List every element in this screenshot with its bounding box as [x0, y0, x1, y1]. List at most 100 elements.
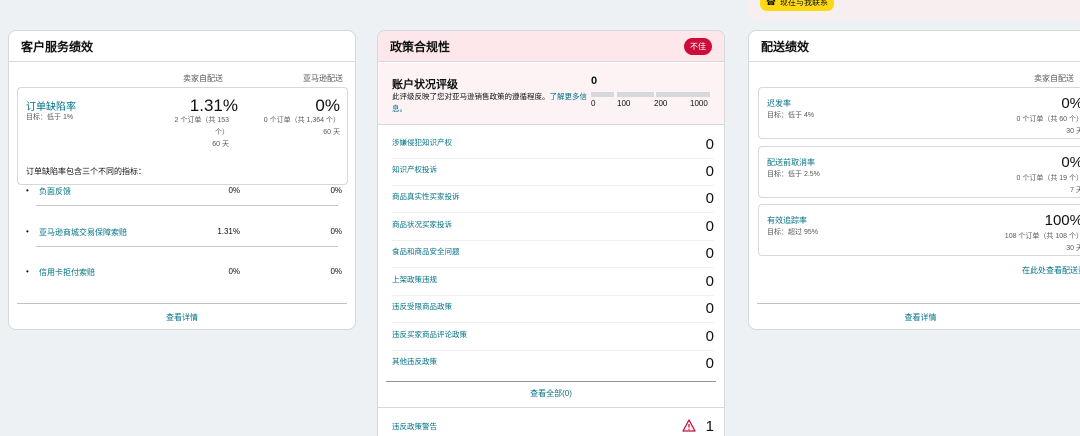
metric-period: 30 天 — [1066, 245, 1080, 252]
ahr-bar-segment — [591, 92, 614, 97]
metric-target: 目标：低于 4% — [767, 112, 815, 119]
policy-link[interactable]: 商品真实性买家投诉 — [392, 191, 460, 202]
metric-link[interactable]: 亚马逊商城交易保障索赔 — [39, 227, 127, 238]
divider — [36, 205, 338, 206]
policy-count: 0 — [705, 218, 714, 235]
metric-detail: 108 个订单（共 108 个） — [1004, 233, 1080, 240]
view-delivery-link[interactable]: 在此处查看配送资 — [1022, 265, 1080, 276]
metric-amazon-value: 0% — [330, 267, 342, 276]
metric-link[interactable]: 信用卡拒付索赔 — [39, 267, 95, 278]
policy-row: 上架政策违规 0 — [392, 269, 714, 296]
odr-amazon-detail-1: 0 个订单（共 1,364 个） — [263, 117, 340, 124]
delivery-performance-card: 配送绩效 卖家自配送 迟发率 目标：低于 4% 0% 0 个订单（共 60 个）… — [748, 30, 1080, 330]
ahr-tick: 0 — [591, 99, 596, 108]
metric-period: 7 天 — [1070, 187, 1080, 194]
metric-merchant-value: 0% — [228, 186, 240, 195]
metric-amazon-value: 0% — [330, 186, 342, 195]
policy-count: 0 — [705, 163, 714, 180]
valid-tracking-rate-box: 有效追踪率 目标：超过 95% 100% 108 个订单（共 108 个） 30… — [758, 204, 1080, 256]
metric-link[interactable]: 负面反馈 — [39, 186, 71, 197]
metric-value: 0% — [1061, 154, 1080, 171]
footer-divider — [17, 303, 347, 304]
metric-target: 目标：超过 95% — [767, 229, 818, 236]
policy-link[interactable]: 上架政策违规 — [392, 274, 437, 285]
card-title: 政策合规性 — [390, 39, 451, 54]
late-shipment-rate-box: 迟发率 目标：低于 4% 0% 0 个订单（共 60 个） 30 天 — [758, 87, 1080, 139]
policy-link[interactable]: 违反买家商品评论政策 — [392, 329, 467, 340]
view-all-link[interactable]: 查看全部(0) — [378, 388, 724, 399]
odr-intro: 订单缺陷率包含三个不同的指标： — [26, 167, 146, 176]
policy-link[interactable]: 食品和商品安全问题 — [392, 246, 460, 257]
customer-service-card: 客户服务绩效 卖家自配送 亚马逊配送 订单缺陷率 目标：低于 1% 1.31% … — [8, 30, 356, 330]
metric-row: • 负面反馈 0% 0% — [26, 186, 348, 226]
account-health-rating: 账户状况评级 此评级反映了您对亚马逊销售政策的遵循程度。了解更多信息。 0 0 … — [378, 63, 724, 125]
odr-amazon-detail-2: 60 天 — [323, 129, 340, 136]
ahr-description: 此评级反映了您对亚马逊销售政策的遵循程度。了解更多信息。 — [392, 91, 588, 115]
ahr-tick: 100 — [617, 99, 631, 108]
policy-row: 涉嫌侵犯知识产权 0 — [392, 132, 714, 159]
metric-merchant-value: 1.31% — [217, 227, 240, 236]
policy-row: 违反买家商品评论政策 0 — [392, 324, 714, 351]
metric-period: 30 天 — [1066, 128, 1080, 135]
metric-merchant-value: 0% — [228, 267, 240, 276]
col-header-merchant: 卖家自配送 — [183, 74, 223, 83]
bullet-icon: • — [26, 267, 29, 276]
odr-target: 目标：低于 1% — [26, 114, 74, 121]
policy-link[interactable]: 商品状况买家投诉 — [392, 219, 452, 230]
metric-link[interactable]: 有效追踪率 — [767, 215, 807, 226]
col-header-merchant: 卖家自配送 — [1034, 74, 1074, 83]
policy-link[interactable]: 涉嫌侵犯知识产权 — [392, 137, 452, 148]
warning-icon — [682, 419, 696, 432]
pre-fulfillment-cancel-rate-box: 配送前取消率 目标：低于 2.5% 0% 0 个订单（共 19 个） 7 天 — [758, 146, 1080, 198]
metric-row: • 亚马逊商城交易保障索赔 1.31% 0% — [26, 227, 348, 267]
view-details-link[interactable]: 查看详情 — [749, 312, 1080, 323]
ahr-tick: 200 — [654, 99, 668, 108]
policy-link[interactable]: 其他违反政策 — [392, 356, 437, 367]
metric-link[interactable]: 迟发率 — [767, 98, 791, 109]
policy-row: 商品真实性买家投诉 0 — [392, 186, 714, 213]
metric-detail: 0 个订单（共 60 个） — [1016, 116, 1080, 123]
ahr-bar-segment — [617, 92, 654, 97]
policy-warning-count: 1 — [705, 418, 714, 435]
ahr-score: 0 — [591, 75, 598, 87]
ahr-tick: 1000 — [690, 99, 708, 108]
metric-amazon-value: 0% — [330, 227, 342, 236]
odr-merchant-detail-3: 60 天 — [212, 141, 229, 148]
policy-warning-link[interactable]: 违反政策警告 — [392, 421, 437, 432]
metric-value: 100% — [1044, 212, 1080, 229]
odr-amazon-value: 0% — [315, 96, 340, 115]
status-badge: 不佳 — [684, 37, 712, 55]
policy-warning-row: 违反政策警告 1 — [392, 416, 714, 436]
policy-link[interactable]: 知识产权投诉 — [392, 164, 437, 175]
odr-merchant-detail-1: 2 个订单（共 153 — [174, 117, 229, 124]
odr-merchant-value: 1.31% — [189, 96, 238, 115]
contact-button-label: 现在与我联系 — [779, 0, 828, 7]
section-divider — [378, 407, 724, 408]
card-title: 客户服务绩效 — [9, 31, 355, 62]
ahr-desc-text: 此评级反映了您对亚马逊销售政策的遵循程度。 — [392, 92, 550, 101]
policy-link[interactable]: 违反受限商品政策 — [392, 301, 452, 312]
metric-row: • 信用卡拒付索赔 0% 0% — [26, 267, 348, 307]
card-header: 政策合规性 不佳 — [378, 31, 724, 62]
policy-count: 0 — [705, 136, 714, 153]
phone-icon: ☎ — [766, 0, 776, 7]
ahr-title: 账户状况评级 — [392, 79, 458, 91]
odr-merchant-detail-2: 个） — [215, 129, 229, 136]
divider — [36, 246, 338, 247]
ahr-bar-segment — [656, 92, 710, 97]
bullet-icon: • — [26, 227, 29, 236]
metric-link[interactable]: 配送前取消率 — [767, 157, 815, 168]
policy-count: 0 — [705, 273, 714, 290]
policy-count: 0 — [705, 245, 714, 262]
contact-me-button[interactable]: ☎ 现在与我联系 — [760, 0, 834, 11]
policy-row: 商品状况买家投诉 0 — [392, 214, 714, 241]
policy-row: 其他违反政策 0 — [392, 351, 714, 378]
odr-title-link[interactable]: 订单缺陷率 — [26, 98, 76, 113]
policy-row: 食品和商品安全问题 0 — [392, 241, 714, 268]
bullet-icon: • — [26, 186, 29, 195]
policy-row: 知识产权投诉 0 — [392, 159, 714, 186]
policy-row: 违反受限商品政策 0 — [392, 296, 714, 323]
metric-target: 目标：低于 2.5% — [767, 171, 820, 178]
policy-count: 0 — [705, 190, 714, 207]
view-details-link[interactable]: 查看详情 — [9, 312, 355, 323]
